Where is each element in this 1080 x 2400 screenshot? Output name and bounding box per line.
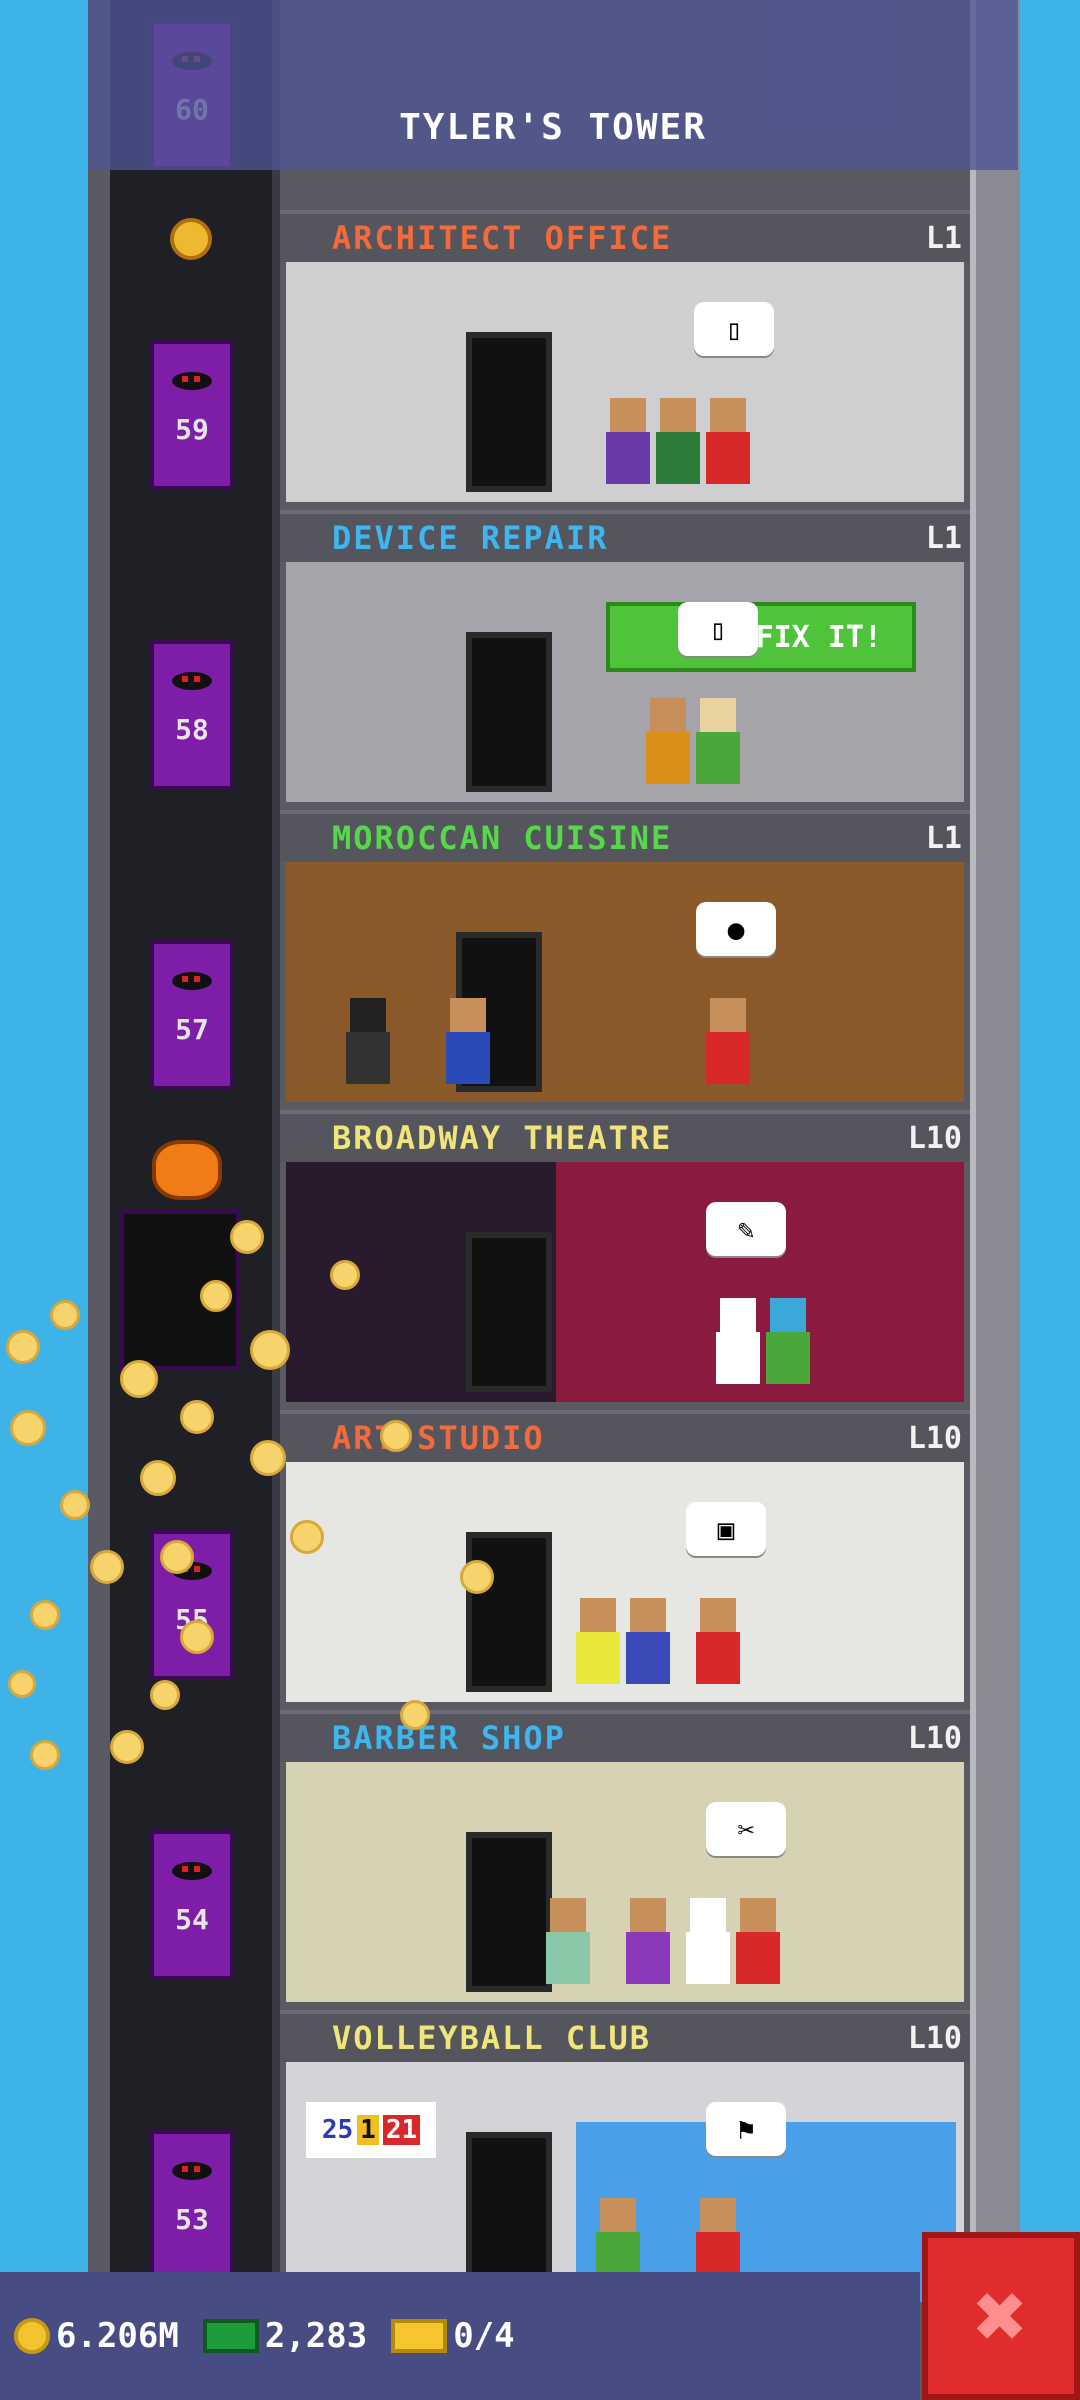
person[interactable] [646,698,690,784]
tickets-value: 0/4 [453,2316,515,2356]
thought-bubble[interactable]: ▣ [686,1502,766,1556]
room-interior: ▯ [286,262,964,502]
close-x-icon: ✖ [973,2263,1029,2369]
bux-value: 2,283 [264,2316,368,2356]
floor-level: L10 [907,1720,962,1756]
person[interactable] [736,1898,780,1984]
thought-bubble[interactable]: ● [696,902,776,956]
floor-name: VOLLEYBALL CLUB [332,2019,651,2057]
person[interactable] [766,1298,810,1384]
person[interactable] [626,1598,670,1684]
thought-bubble[interactable]: ✂ [706,1802,786,1856]
floor-level: L1 [925,820,962,856]
tickets-stat[interactable]: 0/4 [391,2316,515,2356]
tower-right-pillar [970,0,1020,2400]
person[interactable] [346,998,390,1084]
fix-it-banner: FIX IT! [606,602,916,672]
person[interactable] [696,698,740,784]
person[interactable] [576,1598,620,1684]
person[interactable] [696,1598,740,1684]
person[interactable] [656,398,700,484]
room-door [466,332,552,492]
thought-bubble[interactable]: ▯ [678,602,758,656]
person[interactable] [446,998,490,1084]
floor-architect-office[interactable]: ARCHITECT OFFICE L1 ▯ [280,210,970,510]
golden-ticket-icon [391,2319,448,2353]
floor-level: L10 [907,2020,962,2056]
floor-level: L10 [907,1420,962,1456]
thought-bubble[interactable]: ⚑ [706,2102,786,2156]
header-bar: TYLER'S TOWER [88,0,1018,170]
score-left: 25 [321,2115,354,2145]
floor-level: L10 [907,1120,962,1156]
person[interactable] [716,1298,760,1384]
person[interactable] [686,1898,730,1984]
floor-name: BARBER SHOP [332,1719,566,1757]
stage-curtain [556,1162,964,1402]
person[interactable] [706,998,750,1084]
elevator-floor-57[interactable]: 57 [150,940,234,1090]
floor-volleyball-club[interactable]: VOLLEYBALL CLUB L10 25 1 21 ⚑ [280,2010,970,2310]
tower-bux-icon [202,2319,259,2353]
floor-name: MOROCCAN CUISINE [332,819,673,857]
room-door [466,1232,552,1392]
floor-level: L1 [925,520,962,556]
thought-bubble[interactable]: ▯ [694,302,774,356]
person[interactable] [626,1898,670,1984]
thought-bubble[interactable]: ✎ [706,1202,786,1256]
score-mid: 1 [357,2115,379,2145]
scoreboard: 25 1 21 [306,2102,436,2158]
score-right: 21 [382,2115,421,2145]
elevator-floor-58[interactable]: 58 [150,640,234,790]
room-door [466,632,552,792]
star-icon [170,218,212,260]
floor-moroccan-cuisine[interactable]: MOROCCAN CUISINE L1 ● [280,810,970,1110]
room-door [466,1532,552,1692]
room-interior: 25 1 21 ⚑ [286,2062,964,2302]
floor-broadway-theatre[interactable]: BROADWAY THEATRE L10 ✎ [280,1110,970,1410]
room-interior: ▣ [286,1462,964,1702]
room-door [466,1832,552,1992]
elevator-floor-54[interactable]: 54 [150,1830,234,1980]
floor-name: DEVICE REPAIR [332,519,609,557]
status-bar: 6.206M 2,283 0/4 [0,2272,920,2400]
coins-stat[interactable]: 6.206M [14,2316,179,2356]
room-interior: FIX IT! ▯ [286,562,964,802]
floor-level: L1 [925,220,962,256]
tower-title[interactable]: TYLER'S TOWER [399,107,707,148]
floor-name: BROADWAY THEATRE [332,1119,673,1157]
room-interior: ✂ [286,1762,964,2002]
floor-name: ARCHITECT OFFICE [332,219,673,257]
elevator-floor-53[interactable]: 53 [150,2130,234,2280]
person[interactable] [546,1898,590,1984]
floor-device-repair[interactable]: DEVICE REPAIR L1 FIX IT! ▯ [280,510,970,810]
person[interactable] [706,398,750,484]
bux-stat[interactable]: 2,283 [202,2316,368,2356]
floor-barber-shop[interactable]: BARBER SHOP L10 ✂ [280,1710,970,2010]
room-door [466,2132,552,2292]
person[interactable] [606,398,650,484]
room-interior: ✎ [286,1162,964,1402]
close-button[interactable]: ✖ [922,2232,1080,2400]
pumpkin-icon [152,1140,222,1200]
floor-art-studio[interactable]: ART STUDIO L10 ▣ [280,1410,970,1710]
floor-name: ART STUDIO [332,1419,545,1457]
coins-value: 6.206M [56,2316,179,2356]
room-interior: ● [286,862,964,1102]
coin-icon [14,2318,50,2354]
elevator-floor-59[interactable]: 59 [150,340,234,490]
